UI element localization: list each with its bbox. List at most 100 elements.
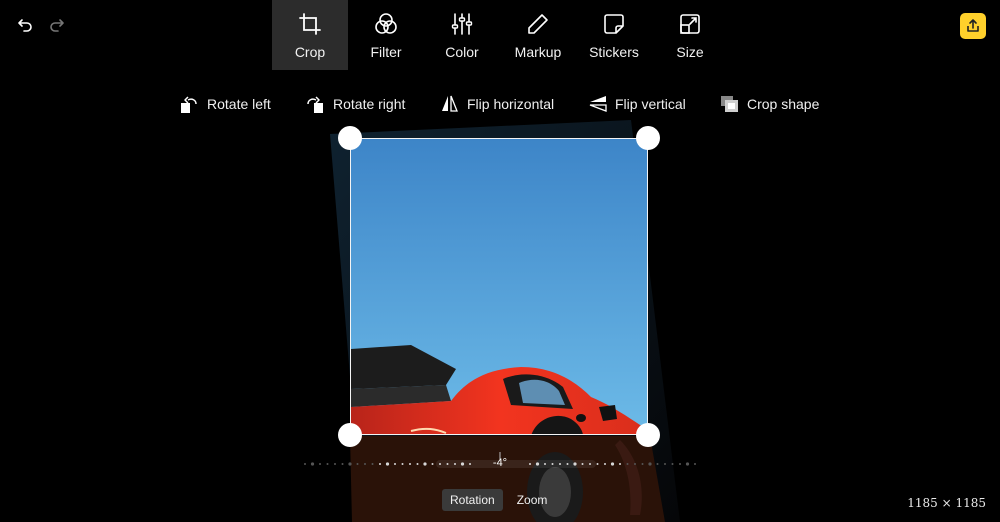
rotate-left-button[interactable]: Rotate left	[180, 92, 271, 116]
tab-stickers[interactable]: Stickers	[576, 0, 652, 70]
sliders-icon	[449, 11, 475, 37]
rotation-tick	[310, 462, 315, 466]
tab-label: Size	[676, 44, 704, 60]
crop-image	[351, 139, 647, 434]
image-dimensions: 1185 × 1185	[907, 496, 986, 510]
resize-icon	[677, 11, 703, 37]
rotation-tick	[679, 463, 681, 465]
rotation-tick	[401, 463, 404, 465]
rotation-tick	[385, 462, 390, 466]
rotation-tick	[364, 463, 366, 465]
undo-icon	[18, 19, 32, 32]
rotation-tick	[626, 463, 629, 465]
rotation-tick	[535, 462, 540, 466]
rotation-tick	[610, 462, 615, 466]
flip-vertical-label: Flip vertical	[615, 96, 686, 112]
crop-shape-label: Crop shape	[747, 96, 820, 112]
tab-size[interactable]: Size	[652, 0, 728, 70]
crop-handle-top-right[interactable]	[636, 126, 660, 150]
tab-markup[interactable]: Markup	[500, 0, 576, 70]
rotation-tick	[589, 463, 591, 465]
rotation-tick	[671, 463, 674, 465]
rotation-tick	[664, 463, 666, 465]
rotation-tick	[634, 463, 636, 465]
rotation-tick	[356, 463, 359, 465]
rotation-tick	[604, 463, 606, 465]
tab-label: Crop	[294, 44, 326, 60]
tab-label: Markup	[514, 44, 562, 60]
rotation-tick	[439, 463, 441, 465]
rotation-tick	[559, 463, 561, 465]
flip-horizontal-label: Flip horizontal	[467, 96, 555, 112]
rotate-left-label: Rotate left	[207, 96, 271, 112]
rotation-tick	[648, 462, 652, 466]
rotation-value: -4°	[492, 457, 508, 469]
flip-vertical-button[interactable]: Flip vertical	[588, 92, 686, 116]
tab-filter[interactable]: Filter	[348, 0, 424, 70]
tab-crop[interactable]: Crop	[272, 0, 348, 70]
image-canvas[interactable]: -4°	[0, 120, 1000, 522]
crop-handle-bottom-right[interactable]	[636, 423, 660, 447]
rotate-left-icon	[180, 94, 200, 114]
flip-horizontal-button[interactable]: Flip horizontal	[440, 92, 554, 116]
tab-color[interactable]: Color	[424, 0, 500, 70]
filter-icon	[373, 11, 399, 37]
zoom-mode-button[interactable]: Zoom	[509, 489, 556, 511]
rotation-tick	[334, 463, 336, 465]
rotation-tick	[431, 463, 434, 465]
export-button[interactable]	[960, 13, 986, 39]
rotation-tick	[529, 463, 531, 465]
crop-icon	[297, 11, 323, 37]
rotation-tick	[394, 463, 396, 465]
rotation-tick	[341, 463, 344, 465]
rotation-mode-button[interactable]: Rotation	[442, 489, 503, 511]
rotation-tick	[379, 463, 381, 465]
rotation-tick	[694, 463, 696, 465]
rotate-right-button[interactable]: Rotate right	[306, 92, 405, 116]
rotate-right-label: Rotate right	[333, 96, 406, 112]
rotation-tick	[319, 463, 321, 465]
history-controls	[14, 14, 68, 36]
main-tabs: Crop Filter Color Markup Stickers Size	[272, 0, 728, 70]
rotation-tick	[460, 462, 465, 466]
rotate-right-icon	[306, 94, 326, 114]
tab-label: Color	[445, 44, 479, 60]
rotation-tick	[348, 462, 352, 466]
crop-shape-icon	[720, 94, 740, 114]
rotation-tick	[656, 463, 659, 465]
rotation-tick	[454, 463, 456, 465]
crop-mode-switch: Rotation Zoom	[442, 489, 555, 511]
crop-handle-bottom-left[interactable]	[338, 423, 362, 447]
rotation-tick	[685, 462, 690, 466]
redo-icon	[50, 19, 64, 32]
tab-label: Filter	[370, 44, 402, 60]
crop-handle-top-left[interactable]	[338, 126, 362, 150]
rotation-tick	[423, 462, 427, 466]
rotation-tick	[446, 463, 449, 465]
rotation-tick	[566, 463, 569, 465]
rotation-tick	[304, 463, 306, 465]
rotation-tick	[641, 463, 644, 465]
crop-area[interactable]	[350, 138, 648, 435]
rotation-tick	[581, 463, 584, 465]
crop-shape-button[interactable]: Crop shape	[720, 92, 819, 116]
undo-button[interactable]	[14, 14, 36, 36]
sticker-icon	[601, 11, 627, 37]
rotation-tick	[596, 463, 599, 465]
rotation-tick	[573, 462, 577, 466]
rotation-tick	[371, 463, 374, 465]
rotation-tick	[551, 463, 554, 465]
flip-horizontal-icon	[440, 94, 460, 114]
redo-button[interactable]	[46, 14, 68, 36]
rotation-tick	[469, 463, 471, 465]
rotation-tick	[416, 463, 419, 465]
rotation-tick	[544, 463, 546, 465]
rotation-tick	[409, 463, 411, 465]
crop-toolbar: Rotate left Rotate right Flip horizontal	[0, 92, 1000, 116]
pencil-icon	[525, 11, 551, 37]
rotation-tick	[326, 463, 329, 465]
flip-vertical-icon	[588, 94, 608, 114]
export-icon	[967, 19, 979, 32]
rotation-tick	[619, 463, 621, 465]
tab-label: Stickers	[589, 44, 639, 60]
